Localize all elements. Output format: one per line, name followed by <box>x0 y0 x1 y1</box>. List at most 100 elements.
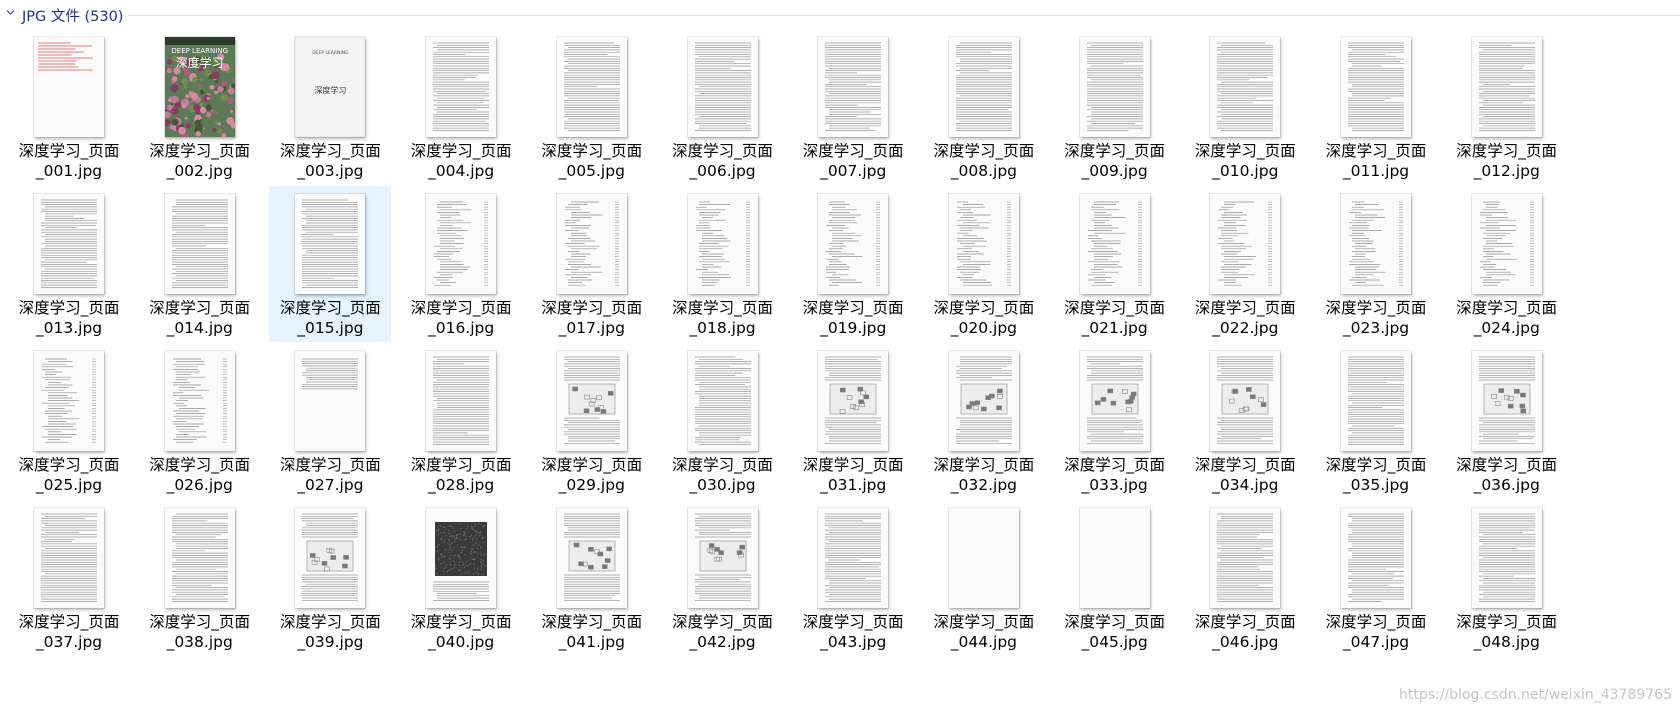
file-thumbnail[interactable] <box>295 194 366 294</box>
file-item[interactable]: 深度学习_页面 _036.jpg <box>1446 343 1568 499</box>
file-item[interactable]: 深度学习_页面 _044.jpg <box>923 500 1045 656</box>
file-item[interactable]: 深度学习_页面 _021.jpg <box>1054 186 1176 342</box>
file-name[interactable]: 深度学习_页面 _039.jpg <box>269 613 391 652</box>
file-item[interactable]: 深度学习_页面 _043.jpg <box>792 500 914 656</box>
file-item[interactable]: DEEP LEARNING 深度学习深度学习_页面 _002.jpg <box>139 29 261 185</box>
file-thumbnail[interactable] <box>1210 508 1281 608</box>
file-item[interactable]: 深度学习_页面 _039.jpg <box>269 500 391 656</box>
file-name[interactable]: 深度学习_页面 _024.jpg <box>1446 299 1568 338</box>
file-name[interactable]: 深度学习_页面 _014.jpg <box>139 299 261 338</box>
file-item[interactable]: 深度学习_页面 _010.jpg <box>1184 29 1306 185</box>
file-name[interactable]: 深度学习_页面 _034.jpg <box>1184 456 1306 495</box>
file-name[interactable]: 深度学习_页面 _020.jpg <box>923 299 1045 338</box>
file-thumbnail[interactable] <box>948 194 1019 294</box>
file-name[interactable]: 深度学习_页面 _035.jpg <box>1315 456 1437 495</box>
file-thumbnail[interactable] <box>818 194 889 294</box>
file-thumbnail[interactable] <box>34 194 104 294</box>
file-name[interactable]: 深度学习_页面 _036.jpg <box>1446 456 1568 495</box>
file-thumbnail[interactable] <box>1210 351 1281 451</box>
file-item[interactable]: 深度学习_页面 _016.jpg <box>400 186 522 342</box>
file-item[interactable]: 深度学习_页面 _005.jpg <box>531 29 653 185</box>
file-name[interactable]: 深度学习_页面 _019.jpg <box>792 299 914 338</box>
file-name[interactable]: 深度学习_页面 _004.jpg <box>400 142 522 181</box>
file-thumbnail[interactable] <box>1471 194 1542 294</box>
file-thumbnail[interactable] <box>687 508 758 608</box>
file-item[interactable]: 深度学习_页面 _034.jpg <box>1184 343 1306 499</box>
file-item[interactable]: 深度学习_页面 _048.jpg <box>1446 500 1568 656</box>
file-thumbnail[interactable] <box>295 508 366 608</box>
file-name[interactable]: 深度学习_页面 _028.jpg <box>400 456 522 495</box>
file-name[interactable]: 深度学习_页面 _030.jpg <box>662 456 784 495</box>
file-item[interactable]: 深度学习_页面 _038.jpg <box>139 500 261 656</box>
file-item[interactable]: 深度学习_页面 _009.jpg <box>1054 29 1176 185</box>
file-thumbnail[interactable] <box>34 351 104 451</box>
file-item[interactable]: 深度学习_页面 _022.jpg <box>1184 186 1306 342</box>
file-thumbnail[interactable] <box>1079 37 1150 137</box>
file-item[interactable]: 深度学习_页面 _026.jpg <box>139 343 261 499</box>
file-item[interactable]: 深度学习_页面 _046.jpg <box>1184 500 1306 656</box>
file-thumbnail[interactable] <box>426 37 497 137</box>
file-item[interactable]: 深度学习_页面 _007.jpg <box>792 29 914 185</box>
file-name[interactable]: 深度学习_页面 _040.jpg <box>400 613 522 652</box>
file-item[interactable]: 深度学习_页面 _001.jpg <box>8 29 130 185</box>
file-name[interactable]: 深度学习_页面 _018.jpg <box>662 299 784 338</box>
file-name[interactable]: 深度学习_页面 _041.jpg <box>531 613 653 652</box>
file-thumbnail[interactable] <box>1210 37 1281 137</box>
file-thumbnail[interactable] <box>1471 37 1542 137</box>
file-name[interactable]: 深度学习_页面 _026.jpg <box>139 456 261 495</box>
file-thumbnail[interactable] <box>1210 194 1281 294</box>
file-name[interactable]: 深度学习_页面 _042.jpg <box>662 613 784 652</box>
file-item[interactable]: 深度学习_页面 _015.jpg <box>269 186 392 342</box>
file-item[interactable]: 深度学习_页面 _023.jpg <box>1315 186 1437 342</box>
file-item[interactable]: 深度学习_页面 _031.jpg <box>792 343 914 499</box>
file-name[interactable]: 深度学习_页面 _038.jpg <box>139 613 261 652</box>
file-name[interactable]: 深度学习_页面 _002.jpg <box>139 142 261 181</box>
file-item[interactable]: DEEP LEARNING 深度学习 深度学习_页面 _003.jpg <box>269 29 391 185</box>
file-item[interactable]: 深度学习_页面 _020.jpg <box>923 186 1045 342</box>
file-name[interactable]: 深度学习_页面 _012.jpg <box>1446 142 1568 181</box>
file-name[interactable]: 深度学习_页面 _033.jpg <box>1054 456 1176 495</box>
file-name[interactable]: 深度学习_页面 _031.jpg <box>792 456 914 495</box>
file-item[interactable]: 深度学习_页面 _030.jpg <box>662 343 784 499</box>
file-item[interactable]: 深度学习_页面 _040.jpg <box>400 500 522 656</box>
file-thumbnail[interactable] <box>556 508 627 608</box>
file-name[interactable]: 深度学习_页面 _047.jpg <box>1315 613 1437 652</box>
file-item[interactable]: 深度学习_页面 _032.jpg <box>923 343 1045 499</box>
file-thumbnail[interactable] <box>34 37 104 137</box>
file-item[interactable]: 深度学习_页面 _033.jpg <box>1054 343 1176 499</box>
file-thumbnail[interactable]: DEEP LEARNING 深度学习 <box>164 37 235 137</box>
file-item[interactable]: 深度学习_页面 _024.jpg <box>1446 186 1568 342</box>
file-item[interactable]: 深度学习_页面 _028.jpg <box>400 343 522 499</box>
file-item[interactable]: 深度学习_页面 _029.jpg <box>531 343 653 499</box>
file-thumbnail[interactable] <box>1341 194 1411 294</box>
file-thumbnail[interactable] <box>295 351 366 451</box>
file-name[interactable]: 深度学习_页面 _032.jpg <box>923 456 1045 495</box>
file-item[interactable]: 深度学习_页面 _019.jpg <box>792 186 914 342</box>
file-item[interactable]: 深度学习_页面 _025.jpg <box>8 343 130 499</box>
file-name[interactable]: 深度学习_页面 _013.jpg <box>8 299 130 338</box>
file-thumbnail[interactable] <box>687 194 758 294</box>
file-name[interactable]: 深度学习_页面 _005.jpg <box>531 142 653 181</box>
file-thumbnail[interactable] <box>1079 194 1150 294</box>
file-item[interactable]: 深度学习_页面 _041.jpg <box>531 500 653 656</box>
file-name[interactable]: 深度学习_页面 _046.jpg <box>1184 613 1306 652</box>
file-name[interactable]: 深度学习_页面 _027.jpg <box>269 456 391 495</box>
file-item[interactable]: 深度学习_页面 _045.jpg <box>1054 500 1176 656</box>
file-item[interactable]: 深度学习_页面 _008.jpg <box>923 29 1045 185</box>
file-name[interactable]: 深度学习_页面 _021.jpg <box>1054 299 1176 338</box>
file-item[interactable]: 深度学习_页面 _004.jpg <box>400 29 522 185</box>
file-thumbnail[interactable] <box>1471 351 1542 451</box>
file-name[interactable]: 深度学习_页面 _044.jpg <box>923 613 1045 652</box>
file-name[interactable]: 深度学习_页面 _006.jpg <box>662 142 784 181</box>
file-name[interactable]: 深度学习_页面 _022.jpg <box>1184 299 1306 338</box>
file-name[interactable]: 深度学习_页面 _011.jpg <box>1315 142 1437 181</box>
file-name[interactable]: 深度学习_页面 _017.jpg <box>531 299 653 338</box>
file-item[interactable]: 深度学习_页面 _011.jpg <box>1315 29 1437 185</box>
file-name[interactable]: 深度学习_页面 _008.jpg <box>923 142 1045 181</box>
file-item[interactable]: 深度学习_页面 _018.jpg <box>662 186 784 342</box>
file-thumbnail[interactable]: DEEP LEARNING 深度学习 <box>295 37 366 137</box>
file-item[interactable]: 深度学习_页面 _047.jpg <box>1315 500 1437 656</box>
file-thumbnail[interactable] <box>164 194 235 294</box>
file-item[interactable]: 深度学习_页面 _014.jpg <box>139 186 261 342</box>
file-thumbnail[interactable] <box>556 37 627 137</box>
